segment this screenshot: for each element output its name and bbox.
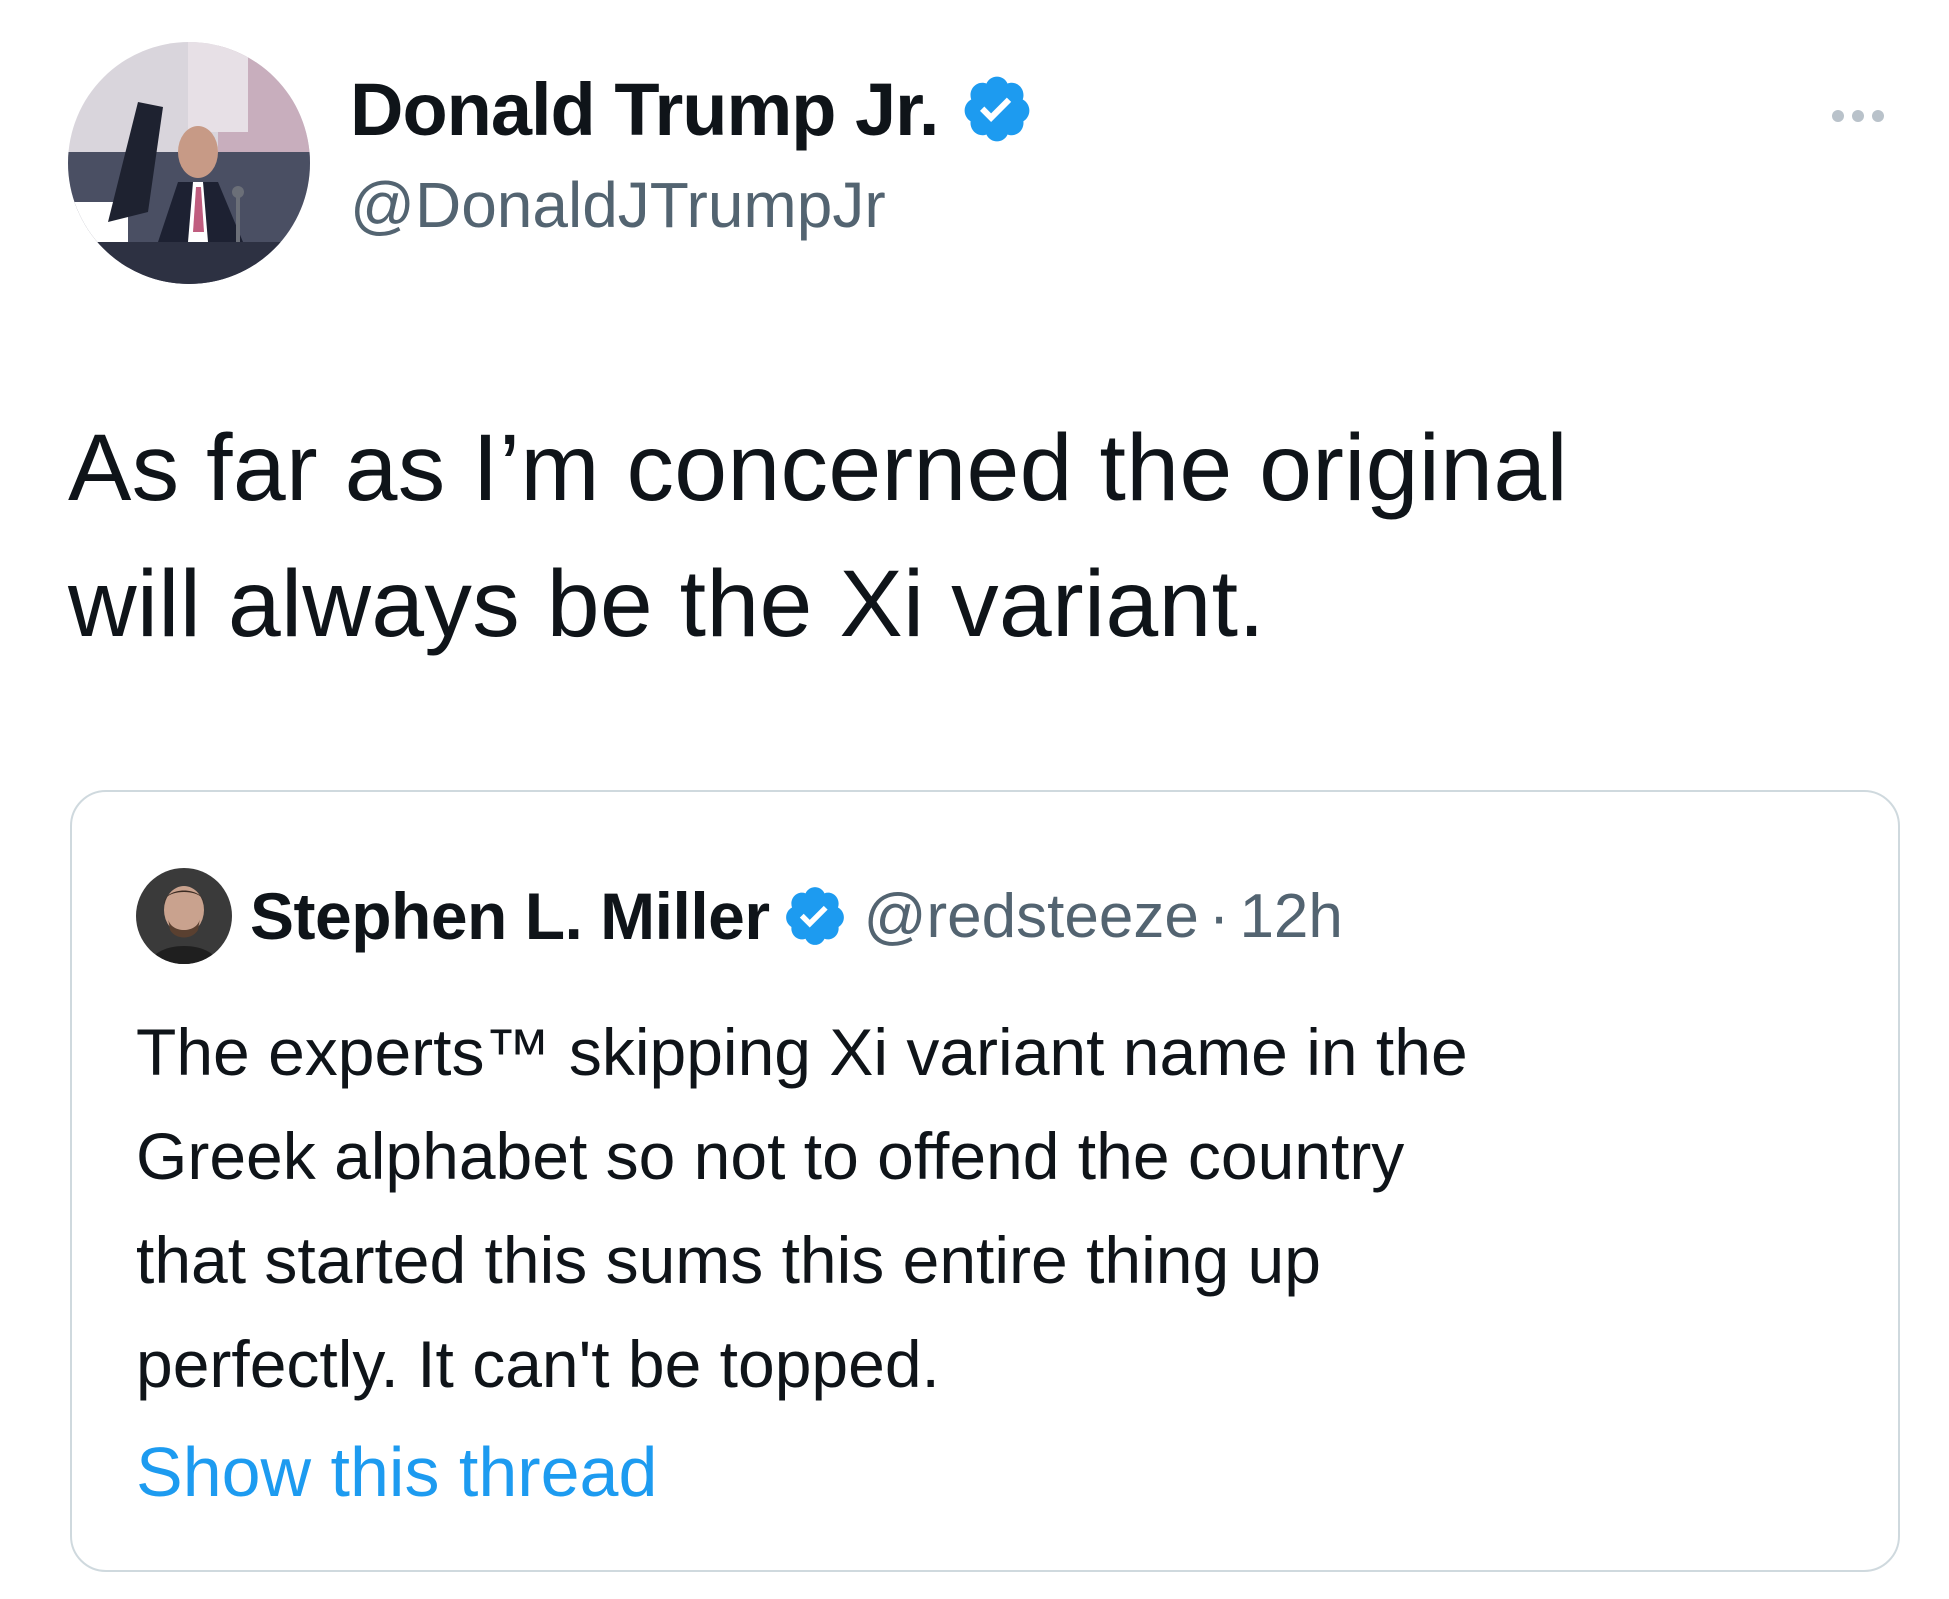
show-thread-link[interactable]: Show this thread <box>136 1432 657 1512</box>
verified-badge-icon <box>960 72 1034 146</box>
quoted-author-avatar[interactable] <box>136 868 232 964</box>
author-name-row[interactable]: Donald Trump Jr. <box>350 64 1034 154</box>
more-horizontal-icon <box>1832 110 1844 122</box>
more-options-button[interactable] <box>1818 96 1898 136</box>
quoted-tweet-header: Stephen L. Miller @redsteeze · 12h <box>136 862 1343 970</box>
author-avatar-image <box>68 42 310 284</box>
author-handle[interactable]: @DonaldJTrumpJr <box>350 168 886 242</box>
quoted-author-display-name[interactable]: Stephen L. Miller <box>250 878 770 954</box>
more-horizontal-icon <box>1852 110 1864 122</box>
verified-badge-icon <box>782 883 848 949</box>
meta-separator: · <box>1208 881 1230 951</box>
quoted-author-avatar-image <box>136 868 232 964</box>
author-avatar[interactable] <box>68 42 310 284</box>
quoted-tweet-text: The experts™ skipping Xi variant name in… <box>136 1015 1468 1401</box>
quoted-author-handle[interactable]: @redsteeze <box>864 881 1199 952</box>
quoted-tweet-timestamp[interactable]: 12h <box>1239 881 1342 952</box>
tweet-text: As far as I’m concerned the original wil… <box>68 415 1568 657</box>
author-display-name[interactable]: Donald Trump Jr. <box>350 67 939 152</box>
more-horizontal-icon <box>1872 110 1884 122</box>
quoted-tweet-card[interactable]: Stephen L. Miller @redsteeze · 12h The e… <box>70 790 1900 1572</box>
